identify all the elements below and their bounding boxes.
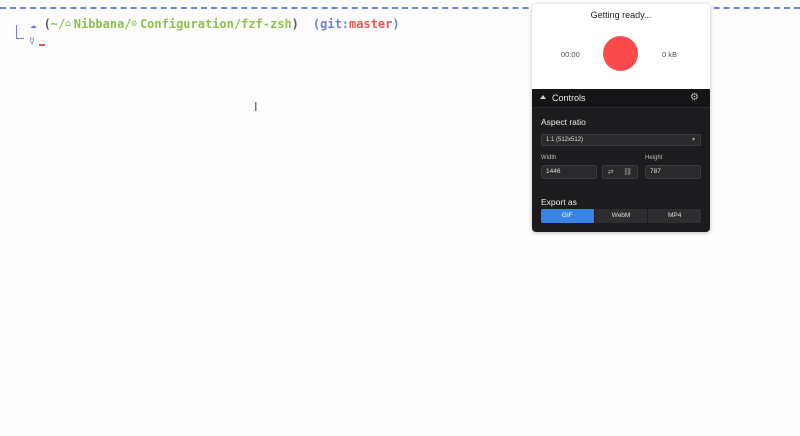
link-icon[interactable]: ⛓ xyxy=(623,168,632,176)
apple-icon: ☁ xyxy=(30,17,37,31)
width-label: Width xyxy=(541,155,557,161)
collapse-caret-icon xyxy=(540,95,546,99)
gear-icon[interactable]: ⚙ xyxy=(690,92,699,103)
prompt-paren-open: ( xyxy=(43,17,51,31)
controls-header[interactable]: Controls ⚙ xyxy=(532,89,710,108)
git-label: (git: xyxy=(312,17,350,31)
terminal-cursor xyxy=(39,44,46,46)
recording-area: Getting ready... 00:00 0 kB xyxy=(532,4,710,89)
format-webm[interactable]: WebM xyxy=(594,209,649,223)
aspect-ratio-value: 1:1 (512x512) xyxy=(546,137,584,143)
dimension-tools: ⇄ ⛓ xyxy=(602,165,638,179)
folder-icon: ⌂ xyxy=(65,19,71,29)
settings-dir-icon: ⚙ xyxy=(131,19,137,29)
git-close: ) xyxy=(392,17,400,31)
prompt-input-line[interactable]: ☿ xyxy=(29,34,46,48)
text-cursor-icon: I xyxy=(254,100,258,114)
path-home: ~/ xyxy=(50,17,66,31)
prompt-paren-close: ) xyxy=(291,17,299,31)
path-nibbana: Nibbana/ xyxy=(73,17,132,31)
record-button[interactable] xyxy=(603,36,638,71)
path-config: Configuration/fzf-zsh xyxy=(139,17,292,31)
height-input[interactable]: 787 xyxy=(645,165,701,179)
prompt-symbol-icon: ☿ xyxy=(29,35,36,47)
chevron-down-icon: ▾ xyxy=(691,137,695,143)
controls-section: Controls ⚙ Aspect ratio 1:1 (512x512) ▾ … xyxy=(532,89,710,232)
prompt-line: ☁ ( ~/ ⌂ Nibbana/ ⚙ Configuration/fzf-zs… xyxy=(16,16,400,32)
elapsed-time: 00:00 xyxy=(561,50,580,59)
format-mp4[interactable]: MP4 xyxy=(648,209,701,223)
controls-title: Controls xyxy=(552,93,586,103)
git-branch: master xyxy=(349,17,393,31)
width-input[interactable]: 1446 xyxy=(541,165,597,179)
height-label: Height xyxy=(645,155,663,161)
export-format-selector: GIF WebM MP4 xyxy=(541,209,701,223)
file-size: 0 kB xyxy=(662,50,678,59)
recording-status: Getting ready... xyxy=(590,10,652,20)
export-label: Export as xyxy=(541,197,577,207)
prompt-bracket xyxy=(16,25,24,39)
format-gif[interactable]: GIF xyxy=(541,209,595,223)
aspect-ratio-label: Aspect ratio xyxy=(541,117,586,127)
recorder-panel: Getting ready... 00:00 0 kB Controls ⚙ A… xyxy=(532,4,710,232)
aspect-ratio-select[interactable]: 1:1 (512x512) ▾ xyxy=(541,134,701,146)
swap-icon[interactable]: ⇄ xyxy=(608,168,614,176)
